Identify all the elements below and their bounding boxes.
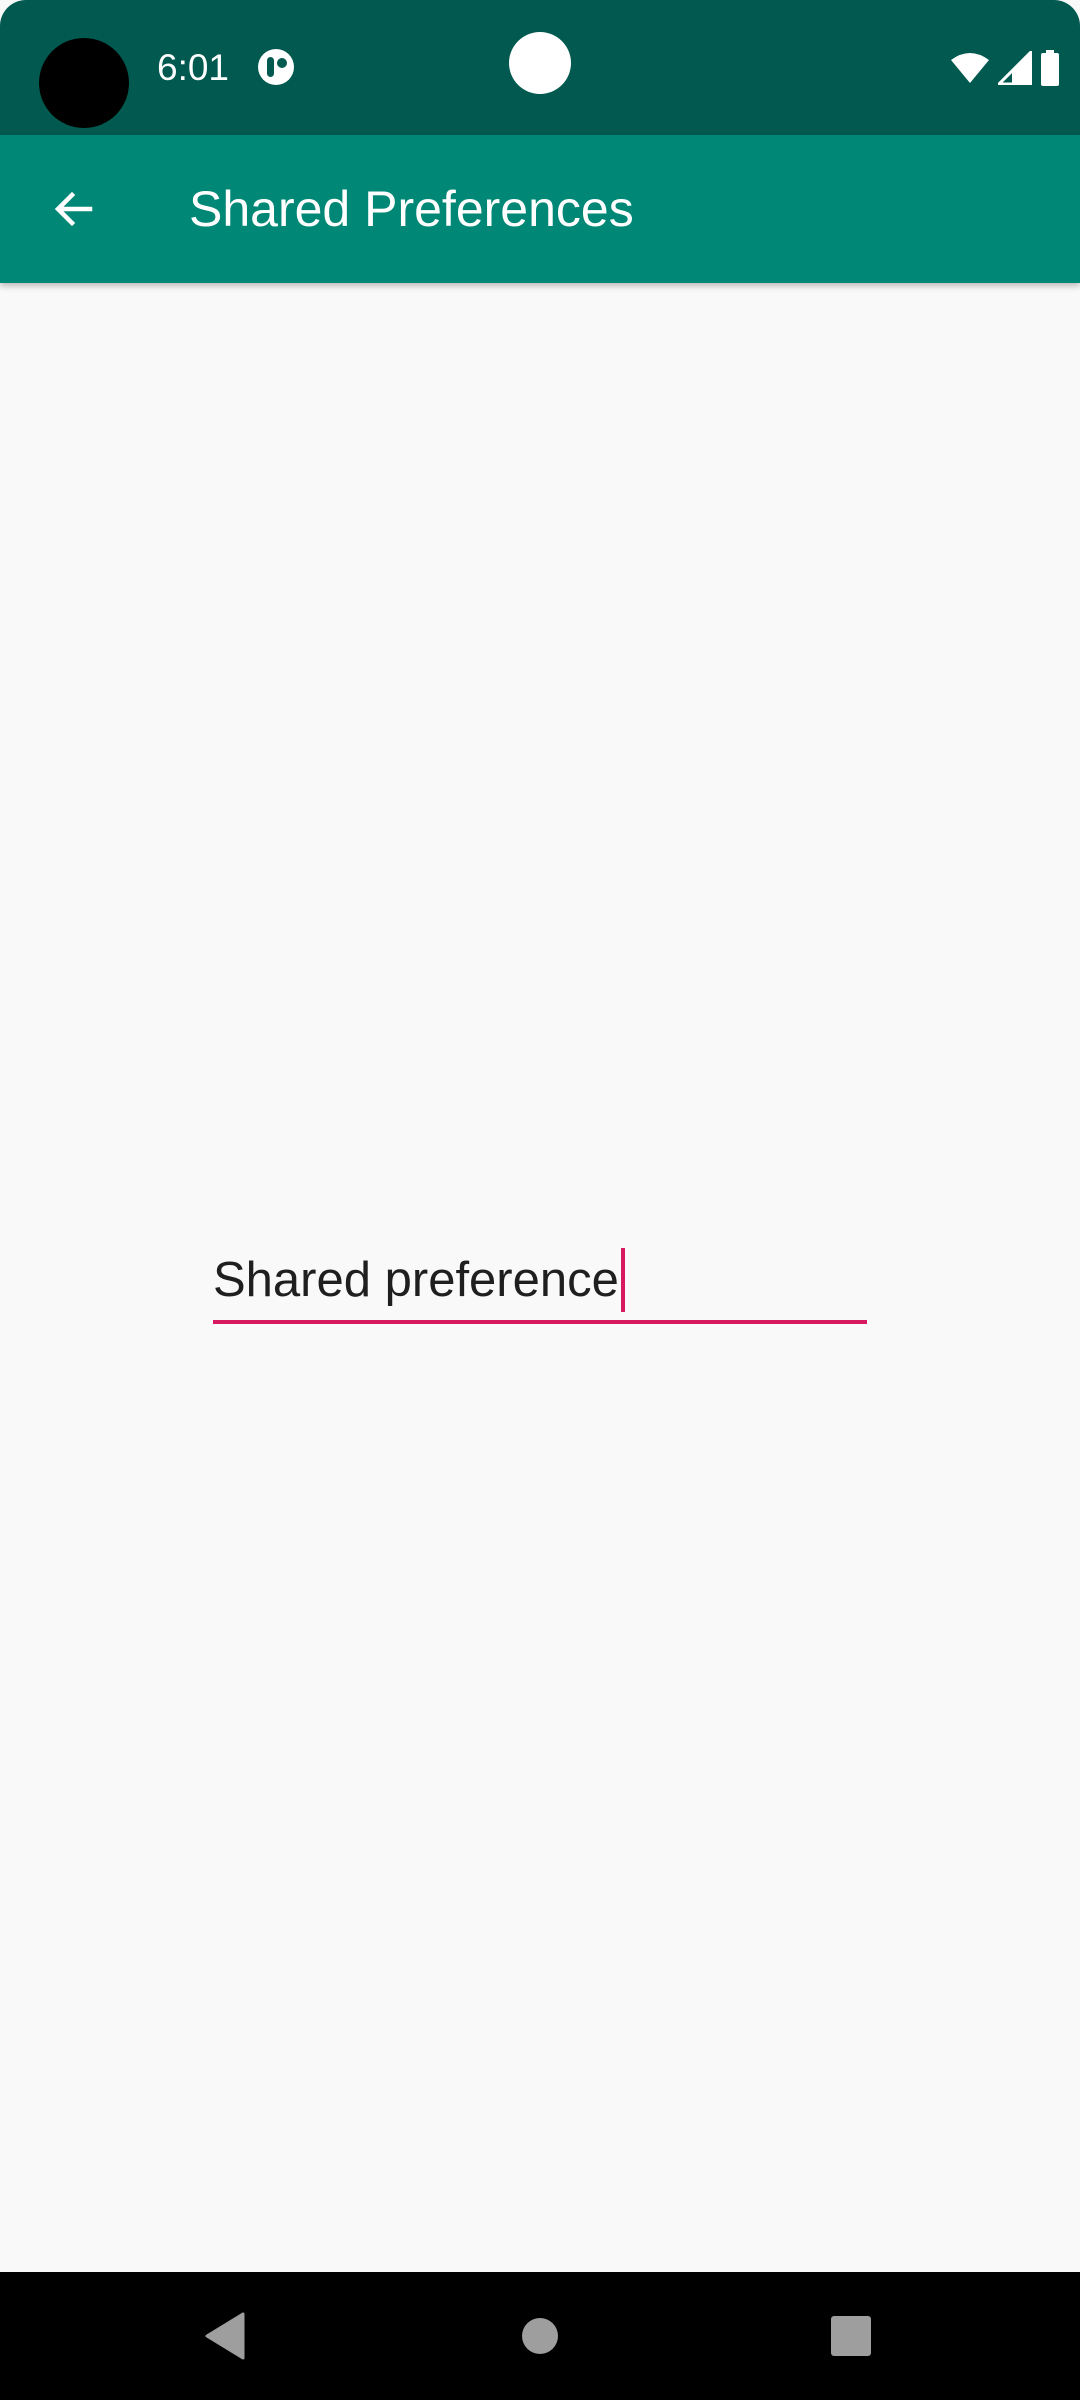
home-circle-icon bbox=[522, 2318, 558, 2354]
nav-back-button[interactable] bbox=[145, 2272, 305, 2400]
wifi-icon bbox=[951, 53, 989, 83]
recents-square-icon bbox=[831, 2316, 871, 2356]
arrow-back-icon bbox=[54, 191, 93, 227]
back-triangle-icon bbox=[205, 2312, 245, 2360]
status-right-icons bbox=[950, 50, 1060, 86]
battery-icon bbox=[1041, 50, 1059, 86]
status-center-dot bbox=[509, 32, 571, 94]
navigation-bar bbox=[0, 2272, 1080, 2400]
page-title: Shared Preferences bbox=[189, 181, 634, 237]
edit-text-value: Shared preference bbox=[213, 1253, 619, 1307]
back-button[interactable] bbox=[30, 165, 118, 253]
nav-home-button[interactable] bbox=[460, 2272, 620, 2400]
cellular-signal-icon bbox=[998, 51, 1032, 85]
preference-edit-text[interactable]: Shared preference bbox=[213, 1240, 867, 1324]
camera-cutout bbox=[39, 38, 129, 128]
status-bar: 6:01 bbox=[0, 0, 1080, 135]
screen: 6:01 Shared Preferences Shared preferenc… bbox=[0, 0, 1080, 2400]
app-notification-icon bbox=[258, 49, 294, 85]
app-bar: Shared Preferences bbox=[0, 135, 1080, 283]
text-cursor bbox=[620, 1248, 625, 1312]
status-time: 6:01 bbox=[157, 47, 230, 88]
nav-recents-button[interactable] bbox=[771, 2272, 931, 2400]
